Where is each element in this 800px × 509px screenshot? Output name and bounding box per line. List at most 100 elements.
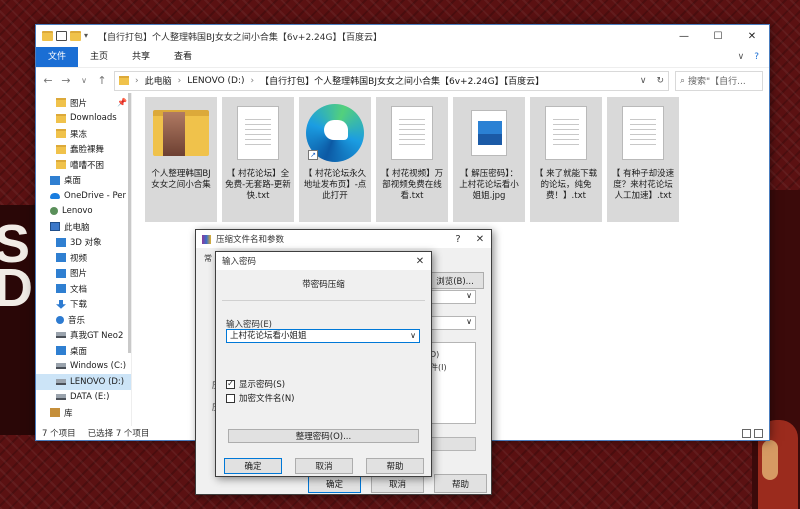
drive-icon xyxy=(56,363,66,370)
tab-file[interactable]: 文件 xyxy=(36,47,79,67)
sidebar-item[interactable]: 视频 xyxy=(36,250,131,266)
archive-help-button[interactable]: ? xyxy=(447,234,469,245)
sidebar-item[interactable]: 文档 xyxy=(36,281,131,297)
password-input[interactable]: 上村花论坛看小姐姐 ∨ xyxy=(226,329,420,343)
password-close-button[interactable]: ✕ xyxy=(409,256,431,267)
archive-hidden-button[interactable] xyxy=(426,437,476,451)
shortcut-arrow-icon: ↗ xyxy=(308,150,318,160)
update-mode-dropdown[interactable]: ∨ xyxy=(426,316,476,330)
status-bar: 7 个项目 已选择 7 个项目 xyxy=(42,426,149,440)
file-item[interactable]: 【 解压密码】：上村花论坛看小姐姐.jpg xyxy=(453,97,525,222)
text-file-icon xyxy=(545,106,587,160)
large-icons-view-icon[interactable] xyxy=(754,429,763,438)
desktop-icon xyxy=(50,175,60,185)
tab-home[interactable]: 主页 xyxy=(78,47,120,67)
archive-help-btn[interactable]: 帮助 xyxy=(434,474,487,493)
archive-browse-button[interactable]: 浏览(B)... xyxy=(426,272,484,289)
maximize-button[interactable]: ☐ xyxy=(701,25,735,47)
archive-tab-general[interactable]: 常 xyxy=(204,253,212,264)
sidebar-item-label: 文档 xyxy=(70,284,88,295)
password-dialog: 输入密码 ✕ 带密码压缩 输入密码(E) 上村花论坛看小姐姐 ∨ ✓ 显示密码(… xyxy=(215,251,432,477)
sidebar-item-label: 3D 对象 xyxy=(70,238,102,249)
file-item[interactable]: 【 来了就能下载的论坛，纯免费！】.txt xyxy=(530,97,602,222)
sidebar-item[interactable]: Windows (C:) xyxy=(36,359,131,375)
sidebar-item[interactable]: 桌面 xyxy=(36,173,131,189)
winrar-icon xyxy=(202,234,211,244)
phone-icon xyxy=(56,332,66,339)
folder-icon xyxy=(56,98,66,108)
ribbon-expand-icon[interactable]: ∨ xyxy=(738,52,745,62)
sidebar-item[interactable]: 桌面 xyxy=(36,343,131,359)
sidebar-item-label: 图片 xyxy=(70,269,88,280)
archive-close-button[interactable]: ✕ xyxy=(469,234,491,245)
file-name: 【 解压密码】：上村花论坛看小姐姐.jpg xyxy=(459,169,519,201)
sidebar-item-label: LENOVO (D:) xyxy=(70,376,125,387)
refresh-icon[interactable]: ↻ xyxy=(656,76,668,86)
address-bar[interactable]: › 此电脑 › LENOVO (D:) › 【自行打包】个人整理韩国BJ女女之间… xyxy=(114,70,669,91)
file-item[interactable]: 【 村花论坛】全免费-无套路-更新快.txt xyxy=(222,97,294,222)
folder-icon xyxy=(56,144,66,154)
text-file-icon xyxy=(622,106,664,160)
breadcrumb-drive[interactable]: LENOVO (D:) xyxy=(187,76,244,86)
breadcrumb-this-pc[interactable]: 此电脑 xyxy=(145,74,172,87)
address-dropdown-icon[interactable]: ∨ xyxy=(640,76,651,86)
sidebar-item[interactable]: 此电脑 xyxy=(36,219,131,235)
close-button[interactable]: ✕ xyxy=(735,25,769,47)
password-heading: 带密码压缩 xyxy=(302,280,345,290)
drive-icon xyxy=(56,394,66,401)
password-cancel-button[interactable]: 取消 xyxy=(295,458,353,474)
sidebar-item[interactable]: OneDrive - Per xyxy=(36,188,131,204)
sidebar-item[interactable]: 库 xyxy=(36,405,131,421)
properties-icon[interactable] xyxy=(56,31,67,41)
file-name: 【 有种子却没速度？来村花论坛人工加速】.txt xyxy=(611,169,675,201)
quick-access-dropdown-icon[interactable]: ▾ xyxy=(84,31,88,41)
details-view-icon[interactable] xyxy=(742,429,751,438)
sidebar-item[interactable]: 音乐 xyxy=(36,312,131,328)
sidebar-item[interactable]: DATA (E:) xyxy=(36,390,131,406)
sidebar-item[interactable]: Lenovo xyxy=(36,204,131,220)
encrypt-filenames-checkbox[interactable]: 加密文件名(N) xyxy=(226,392,295,404)
file-item[interactable]: 【 有种子却没速度？来村花论坛人工加速】.txt xyxy=(607,97,679,222)
help-icon[interactable]: ? xyxy=(754,52,759,62)
sidebar-item[interactable]: 蠢脸裸舞 xyxy=(36,142,131,158)
sidebar-item-label: 桌面 xyxy=(64,176,82,187)
sidebar-item[interactable]: 嘈嘈不困 xyxy=(36,157,131,173)
password-ok-button[interactable]: 确定 xyxy=(224,458,282,474)
file-item[interactable]: 个人整理韩国BJ女女之间小合集 xyxy=(145,97,217,222)
back-arrow-icon[interactable]: ← xyxy=(42,74,54,87)
sidebar-item[interactable]: 3D 对象 xyxy=(36,235,131,251)
checkbox-box[interactable] xyxy=(226,393,235,403)
file-item[interactable]: ↗ 【 村花论坛永久地址发布页】-点此打开 xyxy=(299,97,371,222)
archive-name-dropdown[interactable]: ∨ xyxy=(426,290,476,304)
organize-passwords-button[interactable]: 整理密码(O)... xyxy=(228,429,419,443)
sidebar-item[interactable]: 真我GT Neo2 xyxy=(36,328,131,344)
sidebar-item-label: Downloads xyxy=(70,113,117,124)
sidebar-item[interactable]: 下载 xyxy=(36,297,131,313)
sidebar-item-label: 视频 xyxy=(70,253,88,264)
show-password-checkbox[interactable]: ✓ 显示密码(S) xyxy=(226,378,285,390)
search-input[interactable]: ⌕ 搜索"【自行... xyxy=(675,70,763,91)
new-folder-icon[interactable] xyxy=(70,31,81,41)
up-arrow-icon[interactable]: ↑ xyxy=(96,74,108,87)
sidebar-item[interactable]: Downloads xyxy=(36,111,131,127)
sidebar-item-label: 真我GT Neo2 xyxy=(70,331,124,342)
forward-arrow-icon[interactable]: → xyxy=(60,74,72,87)
minimize-button[interactable]: — xyxy=(667,25,701,47)
breadcrumb-folder[interactable]: 【自行打包】个人整理韩国BJ女女之间小合集【6v+2.24G】【百度云】 xyxy=(260,74,544,87)
password-dropdown-icon[interactable]: ∨ xyxy=(410,330,416,342)
tab-share[interactable]: 共享 xyxy=(120,47,162,67)
password-dialog-titlebar: 输入密码 ✕ xyxy=(216,252,431,270)
sidebar-item[interactable]: 图片 xyxy=(36,266,131,282)
sidebar-item[interactable]: LENOVO (D:) xyxy=(36,374,131,390)
tab-view[interactable]: 查看 xyxy=(162,47,204,67)
file-item[interactable]: 【 村花视频】万部视频免费在线看.txt xyxy=(376,97,448,222)
sidebar-item[interactable]: 果冻 xyxy=(36,126,131,142)
search-icon: ⌕ xyxy=(680,75,686,86)
recent-locations-icon[interactable]: ∨ xyxy=(78,76,90,85)
file-name: 个人整理韩国BJ女女之间小合集 xyxy=(151,169,211,190)
sidebar-item[interactable]: 图片 📌 xyxy=(36,95,131,111)
password-help-button[interactable]: 帮助 xyxy=(366,458,424,474)
folder-icon xyxy=(153,110,209,156)
pictures-icon xyxy=(56,268,66,278)
checkbox-box[interactable]: ✓ xyxy=(226,379,235,389)
